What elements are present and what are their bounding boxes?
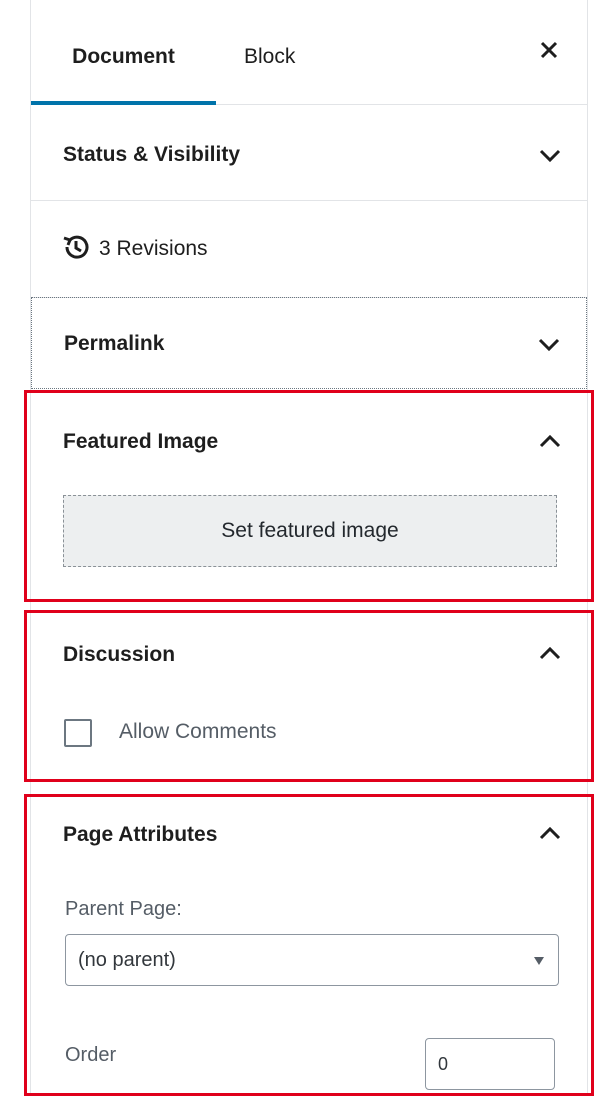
order-input[interactable]: 0 xyxy=(425,1038,555,1090)
tab-block[interactable]: Block xyxy=(244,0,295,104)
settings-sidebar: Document Block Status & Visibility 3 Rev… xyxy=(30,0,588,1096)
panel-featured-title: Featured Image xyxy=(63,430,219,453)
panel-discussion-title: Discussion xyxy=(63,643,176,666)
chevron-down-icon xyxy=(539,149,561,163)
panel-discussion: Discussion Allow Comments xyxy=(31,612,587,780)
panel-permalink[interactable]: Permalink xyxy=(31,297,587,389)
allow-comments-label: Allow Comments xyxy=(119,720,277,743)
panel-status-visibility[interactable]: Status & Visibility xyxy=(31,105,587,201)
chevron-up-icon[interactable] xyxy=(539,826,561,840)
history-icon xyxy=(63,235,89,259)
parent-page-value: (no parent) xyxy=(78,949,176,971)
tab-document[interactable]: Document xyxy=(31,0,216,105)
panel-revisions[interactable]: 3 Revisions xyxy=(31,201,587,298)
sidebar-tabs: Document Block xyxy=(31,0,587,105)
chevron-up-icon[interactable] xyxy=(539,646,561,660)
close-icon[interactable] xyxy=(537,38,561,62)
tab-block-label: Block xyxy=(244,45,296,68)
panel-permalink-title: Permalink xyxy=(64,332,165,355)
chevron-up-icon[interactable] xyxy=(539,434,561,448)
chevron-down-icon xyxy=(538,338,560,352)
panel-page-attributes: Page Attributes Parent Page: (no parent)… xyxy=(31,794,587,1096)
panel-featured-image: Featured Image Set featured image xyxy=(31,392,587,599)
set-featured-image-button[interactable]: Set featured image xyxy=(63,495,557,567)
parent-page-select[interactable]: (no parent) xyxy=(65,934,559,986)
tab-document-label: Document xyxy=(72,45,175,68)
revisions-label: 3 Revisions xyxy=(99,237,208,260)
dropdown-arrow-icon xyxy=(534,957,544,965)
parent-page-label: Parent Page: xyxy=(65,898,182,920)
panel-status-title: Status & Visibility xyxy=(63,143,240,166)
panel-page-attributes-title: Page Attributes xyxy=(63,823,218,846)
order-label: Order xyxy=(65,1044,117,1066)
allow-comments-checkbox[interactable] xyxy=(64,719,92,747)
